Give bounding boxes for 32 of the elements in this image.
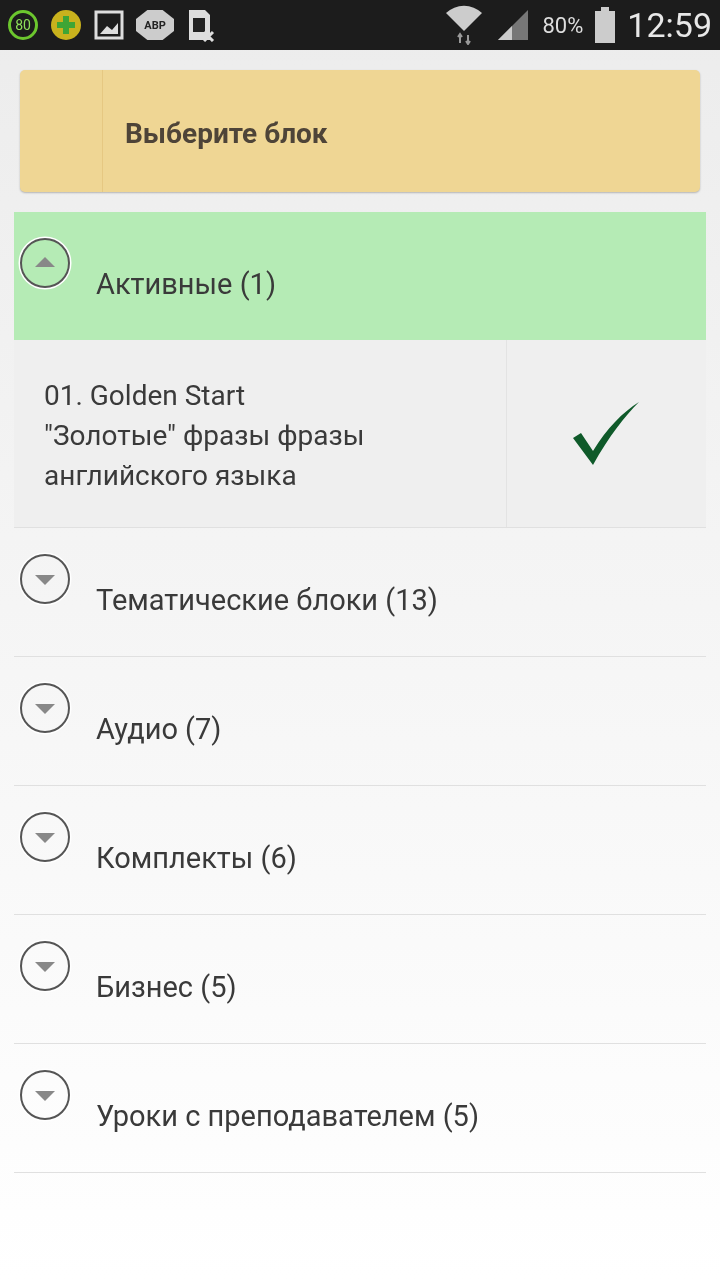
group-label: Активные (1) xyxy=(96,267,276,301)
group-header[interactable]: Активные (1) xyxy=(14,212,706,340)
wifi-icon xyxy=(444,5,485,45)
header-title: Выберите блок xyxy=(125,116,328,150)
plus-icon xyxy=(50,9,82,41)
group-header[interactable]: Тематические блоки (13) xyxy=(14,528,706,657)
group-label: Уроки с преподавателем (5) xyxy=(96,1099,480,1133)
group-label: Тематические блоки (13) xyxy=(96,583,438,617)
group-header[interactable]: Аудио (7) xyxy=(14,657,706,786)
adblock-badge: ABP xyxy=(136,10,174,40)
expand-icon xyxy=(18,1068,72,1122)
signal-icon xyxy=(496,8,531,42)
group-label: Комплекты (6) xyxy=(96,841,297,875)
group-header[interactable]: Комплекты (6) xyxy=(14,786,706,915)
battery-badge: 80 xyxy=(8,10,38,40)
block-item[interactable]: 01. Golden Start "Золотые" фразы фразы английского языка xyxy=(14,340,706,528)
expand-icon xyxy=(18,681,72,735)
expand-icon xyxy=(18,939,72,993)
block-title: 01. Golden Start xyxy=(44,379,246,412)
group-header[interactable]: Уроки с преподавателем (5) xyxy=(14,1044,706,1173)
image-icon xyxy=(94,10,124,40)
clock: 12:59 xyxy=(627,5,712,45)
battery-percent: 80% xyxy=(542,12,584,38)
document-icon xyxy=(186,8,216,42)
group-label: Бизнес (5) xyxy=(96,970,237,1004)
expand-icon xyxy=(18,810,72,864)
battery-icon xyxy=(595,7,616,43)
block-description: "Золотые" фразы фразы английского языка xyxy=(44,419,365,492)
group-header[interactable]: Бизнес (5) xyxy=(14,915,706,1044)
expand-icon xyxy=(18,552,72,606)
group-label: Аудио (7) xyxy=(96,712,222,746)
collapse-icon xyxy=(18,236,72,290)
